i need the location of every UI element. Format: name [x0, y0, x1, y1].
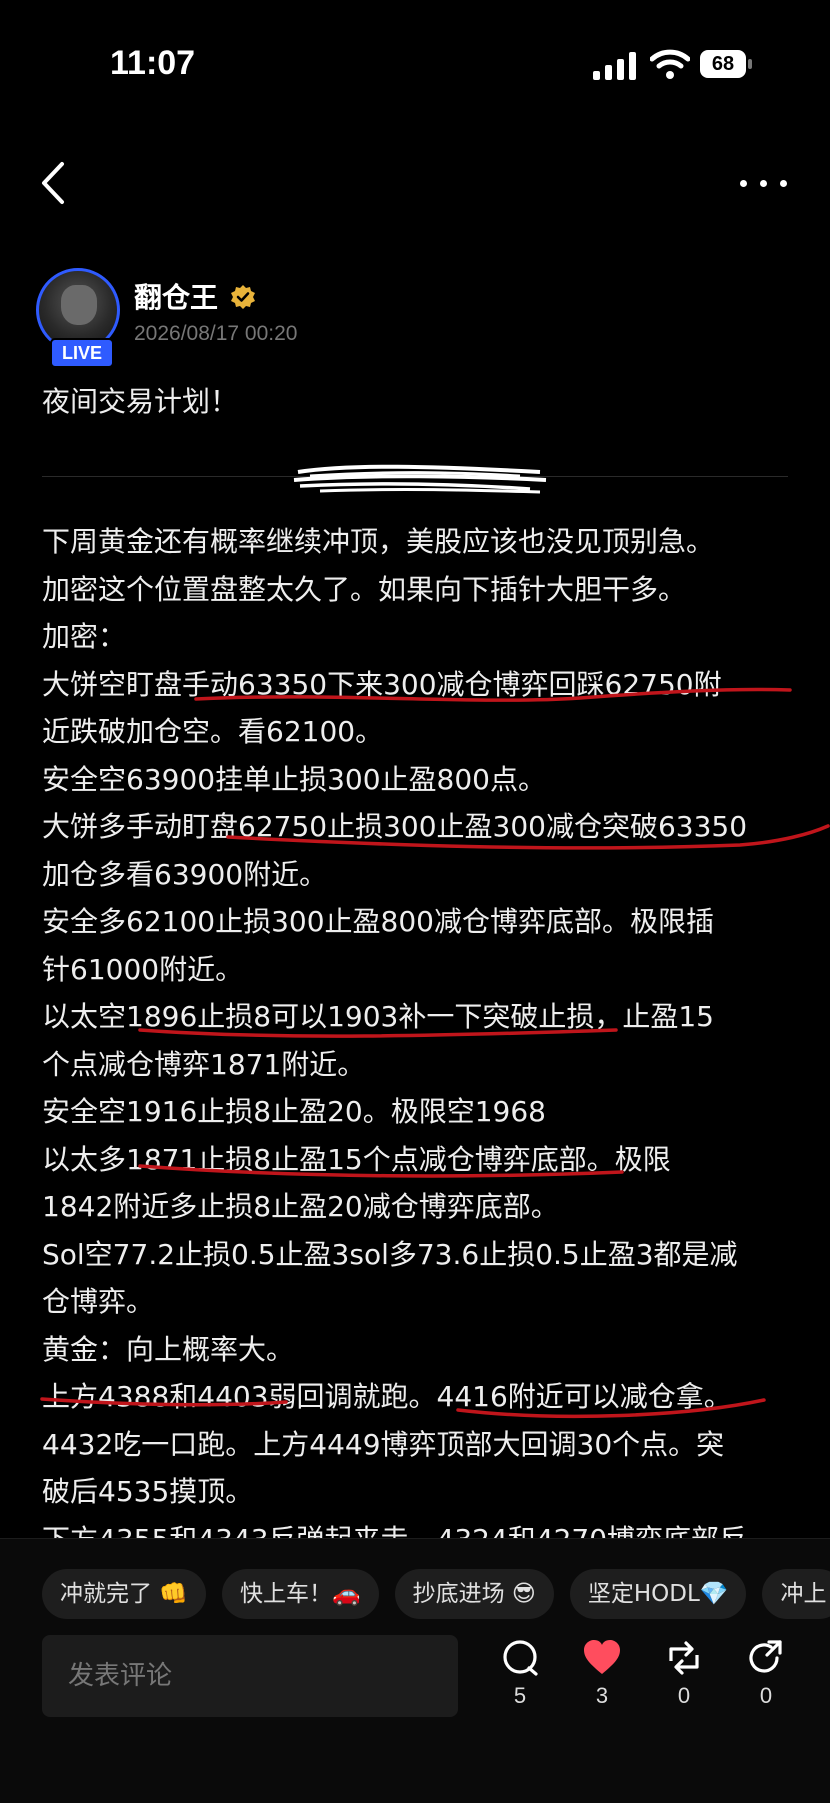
post-line: 下方4355和4343反弹起来走。4324和4270博弈底部反: [42, 1516, 802, 1539]
post-line: 下周黄金还有概率继续冲顶，美股应该也没见顶别急。: [42, 525, 715, 558]
post-line: 安全多62100止损300止盈800减仓博弈底部。极限插: [42, 905, 714, 938]
quick-reply-chip[interactable]: 坚定HODL💎: [569, 1569, 747, 1619]
like-count: 3: [595, 1683, 609, 1708]
post-title: 夜间交易计划！: [42, 385, 239, 418]
post-line: 个点减仓博弈1871附近。: [42, 1047, 366, 1081]
post-body: 下周黄金还有概率继续冲顶，美股应该也没见顶别急。 加密这个位置盘整太久了。如果向…: [42, 518, 802, 1538]
quick-reply-chips: 冲就完了 👊 快上车！🚗 抄底进场 😎 坚定HODL💎 冲上: [42, 1569, 830, 1623]
post-line: 上方4388和4403弱回调就跑。4416附近可以减仓拿。: [42, 1380, 732, 1413]
post-date: 2026/08/17 00:20: [134, 322, 298, 345]
post-line: 4432吃一口跑。上方4449博弈顶部大回调30个点。突: [42, 1427, 725, 1461]
repost-count: 0: [677, 1683, 691, 1708]
quick-reply-chip[interactable]: 抄底进场 😎: [394, 1569, 554, 1619]
comment-input[interactable]: 发表评论: [42, 1635, 458, 1717]
repost-button[interactable]: 0: [654, 1639, 714, 1719]
post-line: Sol空77.2止损0.5止盈3sol多73.6止损0.5止盈3都是减: [42, 1237, 738, 1271]
quick-reply-chip[interactable]: 冲上: [762, 1569, 830, 1619]
battery-icon: 68: [700, 50, 754, 80]
comment-button[interactable]: 5: [490, 1639, 550, 1719]
post-line: 安全空63900挂单止损300止盈800点。: [42, 762, 546, 796]
quick-reply-chip[interactable]: 快上车！🚗: [221, 1569, 379, 1619]
post-line: 1842附近多止损8止盈20减仓博弈底部。: [42, 1190, 559, 1223]
post-line: 加密：: [42, 620, 127, 653]
post-line: 以太空1896止损8可以1903补一下突破止损，止盈15: [42, 1000, 714, 1033]
battery-level: 68: [700, 50, 746, 78]
comment-placeholder: 发表评论: [68, 1661, 173, 1691]
post-line: 以太多1871止损8止盈15个点减仓博弈底部。极限: [42, 1142, 671, 1176]
share-count: 0: [759, 1683, 773, 1708]
like-button[interactable]: 3: [572, 1639, 632, 1719]
post-line: 加仓多看63900附近。: [42, 857, 328, 891]
bottom-action-bar: 冲就完了 👊 快上车！🚗 抄底进场 😎 坚定HODL💎 冲上 发表评论 5 3 0: [0, 1538, 830, 1803]
author-name[interactable]: 翻仓王: [134, 276, 218, 316]
live-badge[interactable]: LIVE: [50, 338, 114, 368]
more-options-icon[interactable]: [740, 180, 790, 194]
share-button[interactable]: 0: [736, 1639, 796, 1719]
comment-icon: [503, 1640, 538, 1676]
wifi-icon: [650, 49, 690, 79]
post-line: 大饼空盯盘手动63350下来300减仓博弈回踩62750附: [42, 667, 722, 701]
post-line: 大饼多手动盯盘62750止损300止盈300减仓突破63350: [42, 810, 748, 843]
share-icon: [749, 1640, 782, 1673]
status-time: 11:07: [110, 44, 196, 82]
post-line: 加密这个位置盘整太久了。如果向下插针大胆干多。: [42, 572, 687, 606]
cellular-signal-icon: [593, 52, 636, 80]
quick-reply-chip[interactable]: 冲就完了 👊: [42, 1569, 206, 1619]
post-line: 安全空1916止损8止盈20。极限空1968: [42, 1095, 546, 1128]
back-icon[interactable]: [36, 160, 76, 206]
post-line: 破后4535摸顶。: [42, 1475, 254, 1508]
post-line: 黄金：向上概率大。: [42, 1332, 295, 1366]
repost-icon: [669, 1641, 699, 1675]
verified-badge-icon: [231, 285, 255, 309]
author-header: LIVE 翻仓王 2026/08/17 00:20: [30, 268, 800, 368]
nav-bar: [0, 150, 830, 220]
comment-count: 5: [513, 1683, 527, 1708]
redaction-scribble: [293, 464, 547, 494]
post-line: 针61000附近。: [42, 952, 244, 986]
status-bar: 11:07 68: [0, 0, 830, 130]
post-line: 仓博弈。: [42, 1285, 155, 1318]
heart-icon: [584, 1640, 620, 1674]
post-line: 近跌破加仓空。看62100。: [42, 715, 384, 748]
